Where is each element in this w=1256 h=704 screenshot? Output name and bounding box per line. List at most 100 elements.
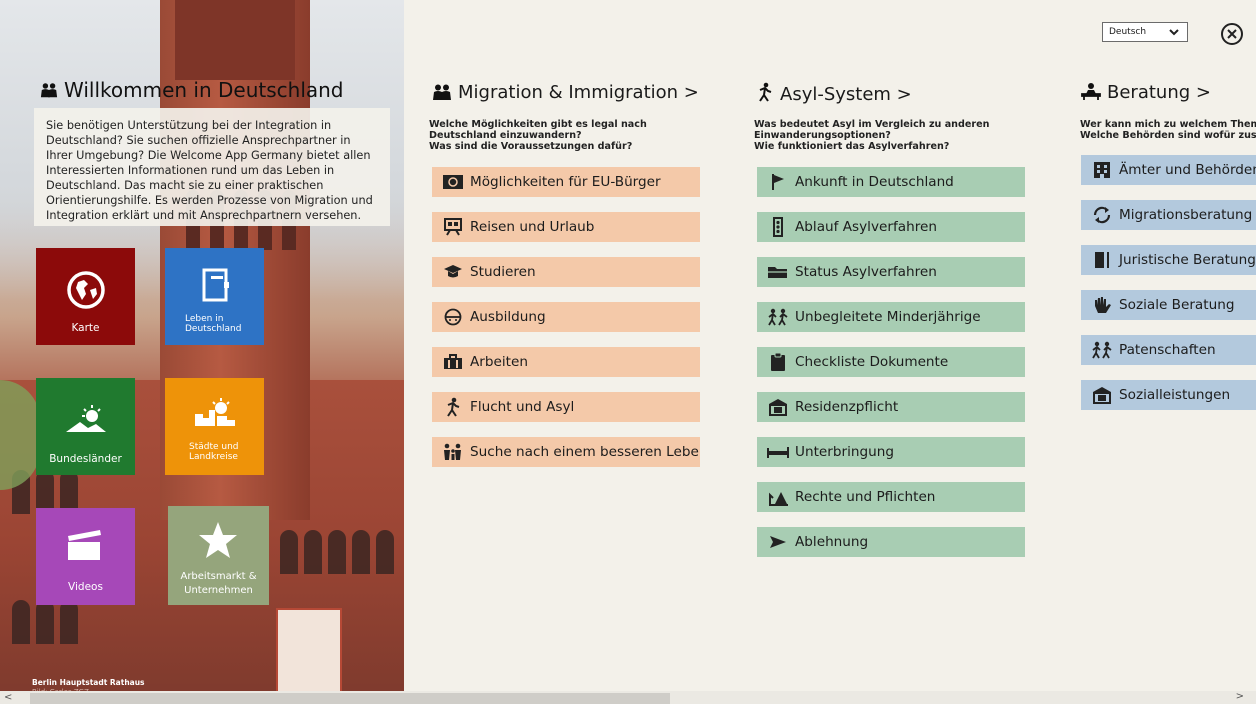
menu-item-label: Arbeiten	[470, 354, 528, 370]
running-person-icon	[759, 82, 772, 102]
migration-title-link[interactable]: Migration & Immigration >	[432, 82, 699, 103]
asyl-title-link[interactable]: Asyl-System >	[756, 82, 912, 105]
menu-item-flucht-asyl[interactable]: Flucht und Asyl	[432, 392, 700, 422]
people-group-icon	[40, 83, 58, 98]
menu-item-label: Studieren	[470, 264, 536, 280]
scroll-right-arrow-icon[interactable]: >	[1236, 691, 1244, 702]
menu-item-ablehnung[interactable]: Ablehnung	[757, 527, 1025, 557]
horizontal-scrollbar[interactable]: < >	[0, 691, 1256, 704]
building-window	[36, 600, 54, 644]
building-window	[280, 530, 298, 574]
residence-icon	[1091, 386, 1113, 404]
star-icon	[199, 522, 237, 558]
flag-icon	[767, 173, 789, 191]
menu-item-studieren[interactable]: Studieren	[432, 257, 700, 287]
welcome-title-text: Willkommen in Deutschland	[64, 78, 344, 102]
law-book-icon	[1091, 251, 1113, 269]
menu-item-status-asylverfahren[interactable]: Status Asylverfahren	[757, 257, 1025, 287]
menu-item-ablauf-asylverfahren[interactable]: Ablauf Asylverfahren	[757, 212, 1025, 242]
beratung-title-text: Beratung >	[1107, 82, 1211, 103]
menu-item-rechte-pflichten[interactable]: Rechte und Pflichten	[757, 482, 1025, 512]
scroll-left-arrow-icon[interactable]: <	[4, 692, 12, 703]
briefcase-icon	[442, 354, 464, 370]
children-icon	[767, 308, 789, 326]
tile-arbeitsmarkt-unternehmen[interactable]: Arbeitsmarkt & Unternehmen	[168, 506, 269, 605]
menu-item-juristische-beratung[interactable]: Juristische Beratung	[1081, 245, 1256, 275]
building-window	[304, 530, 322, 574]
menu-item-label: Soziale Beratung	[1119, 297, 1235, 313]
hero-photo-panel: Willkommen in Deutschland Sie benötigen …	[0, 0, 404, 704]
menu-item-unbegleitete-minderjaehrige[interactable]: Unbegleitete Minderjährige	[757, 302, 1025, 332]
asyl-description: Was bedeutet Asyl im Vergleich zu andere…	[754, 119, 990, 152]
menu-item-label: Sozialleistungen	[1119, 387, 1231, 403]
menu-item-ankunft[interactable]: Ankunft in Deutschland	[757, 167, 1025, 197]
landscape-sun-icon	[66, 405, 106, 432]
menu-item-patenschaften[interactable]: Patenschaften	[1081, 335, 1256, 365]
running-person-icon	[442, 397, 464, 417]
menu-item-ausbildung[interactable]: Ausbildung	[432, 302, 700, 332]
close-button[interactable]	[1221, 23, 1243, 45]
building-window	[376, 530, 394, 574]
helmet-icon	[442, 308, 464, 326]
family-icon	[442, 443, 464, 461]
notebook-icon	[202, 268, 229, 302]
menu-item-label: Suche nach einem besseren Leben	[470, 444, 700, 460]
residence-icon	[767, 398, 789, 416]
building-window	[12, 600, 30, 644]
menu-item-label: Rechte und Pflichten	[795, 489, 936, 505]
menu-item-label: Ablauf Asylverfahren	[795, 219, 937, 235]
building-window	[60, 600, 78, 644]
beratung-title-link[interactable]: Beratung >	[1081, 82, 1211, 103]
menu-item-label: Unbegleitete Minderjährige	[795, 309, 981, 325]
scrollbar-thumb[interactable]	[30, 693, 670, 704]
close-icon	[1227, 29, 1237, 39]
cycle-arrows-icon	[1091, 206, 1113, 224]
menu-item-besseres-leben[interactable]: Suche nach einem besseren Leben	[432, 437, 700, 467]
menu-item-label: Status Asylverfahren	[795, 264, 937, 280]
tile-label: Bundesländer	[49, 453, 122, 465]
folder-icon	[767, 265, 789, 279]
tower-top	[175, 0, 295, 80]
menu-item-eu-buerger[interactable]: Möglichkeiten für EU-Bürger	[432, 167, 700, 197]
arrow-right-icon	[767, 535, 789, 549]
menu-item-sozialleistungen[interactable]: Sozialleistungen	[1081, 380, 1256, 410]
people-group-icon	[433, 84, 451, 100]
train-icon	[442, 218, 464, 236]
building-window	[328, 530, 346, 574]
tile-karte[interactable]: Karte	[36, 248, 135, 345]
language-select[interactable]: Deutsch	[1102, 22, 1188, 42]
menu-item-unterbringung[interactable]: Unterbringung	[757, 437, 1025, 467]
tile-bundeslaender[interactable]: Bundesländer	[36, 378, 135, 475]
language-select-value: Deutsch	[1109, 27, 1147, 37]
eu-card-icon	[442, 175, 464, 189]
tile-label: Arbeitsmarkt & Unternehmen	[180, 571, 257, 596]
menu-item-checkliste-dokumente[interactable]: Checkliste Dokumente	[757, 347, 1025, 377]
menu-item-migrationsberatung[interactable]: Migrationsberatung	[1081, 200, 1256, 230]
graduation-cap-icon	[442, 264, 464, 280]
menu-item-soziale-beratung[interactable]: Soziale Beratung	[1081, 290, 1256, 320]
facade-banner	[276, 608, 342, 696]
menu-item-label: Checkliste Dokumente	[795, 354, 949, 370]
menu-item-reisen-urlaub[interactable]: Reisen und Urlaub	[432, 212, 700, 242]
clipboard-icon	[767, 352, 789, 372]
clapperboard-icon	[68, 530, 101, 560]
tile-videos[interactable]: Videos	[36, 508, 135, 605]
building-window	[352, 530, 370, 574]
tile-leben-in-deutschland[interactable]: Leben in Deutschland	[165, 248, 264, 345]
menu-item-label: Ämter und Behörden	[1119, 162, 1256, 178]
menu-item-arbeiten[interactable]: Arbeiten	[432, 347, 700, 377]
menu-item-aemter-behoerden[interactable]: Ämter und Behörden	[1081, 155, 1256, 185]
beratung-description: Wer kann mich zu welchem Thema beraten? …	[1080, 119, 1256, 141]
tile-staedte-und-landkreise[interactable]: Städte und Landkreise	[165, 378, 264, 475]
menu-item-residenzpflicht[interactable]: Residenzpflicht	[757, 392, 1025, 422]
tile-label: Städte und Landkreise	[189, 442, 239, 462]
menu-item-label: Patenschaften	[1119, 342, 1216, 358]
intro-text: Sie benötigen Unterstützung bei der Inte…	[34, 108, 390, 226]
menu-item-label: Flucht und Asyl	[470, 399, 575, 415]
menu-item-label: Ankunft in Deutschland	[795, 174, 954, 190]
traffic-light-icon	[767, 217, 789, 237]
menu-item-label: Juristische Beratung	[1119, 252, 1256, 268]
bed-icon	[767, 445, 789, 459]
city-sun-icon	[195, 398, 235, 426]
tile-label: Leben in Deutschland	[185, 314, 242, 334]
